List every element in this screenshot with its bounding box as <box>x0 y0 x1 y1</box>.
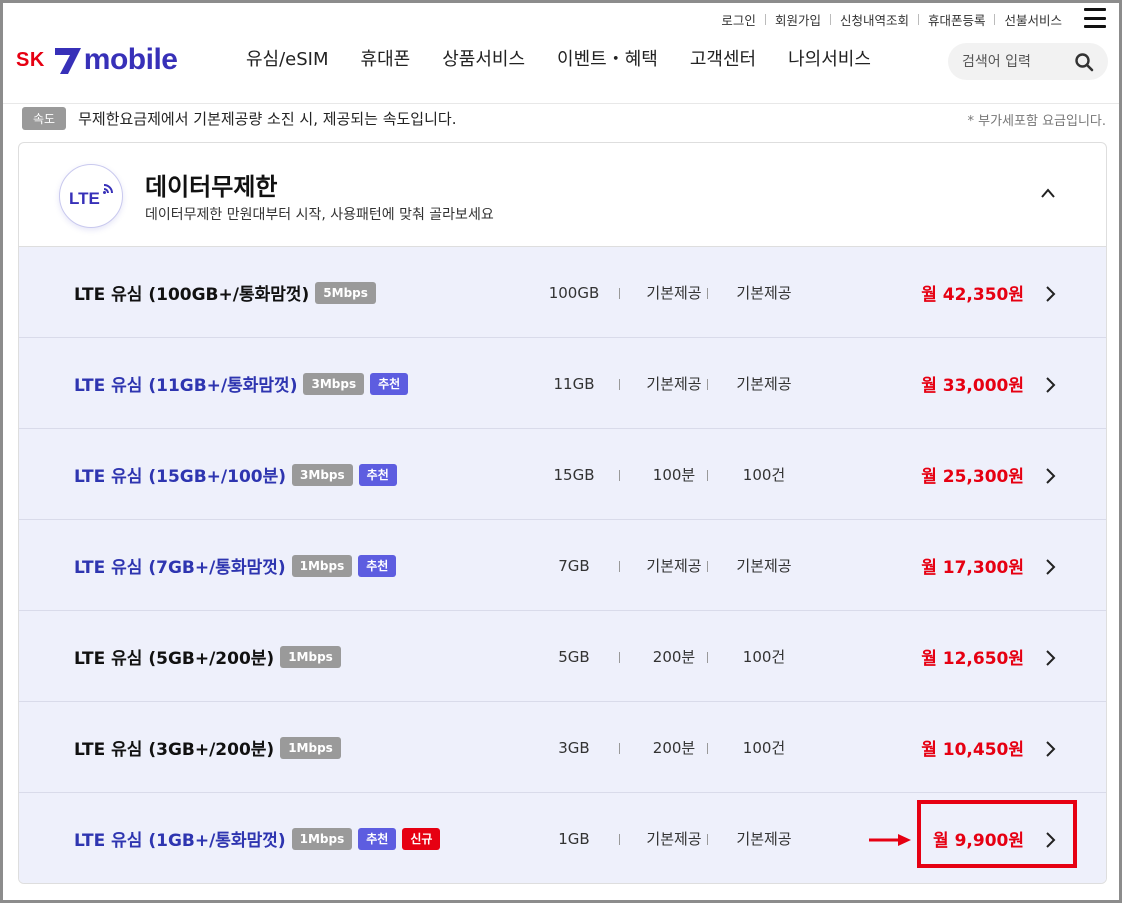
recommend-badge: 추천 <box>358 554 397 577</box>
speed-badge: 1Mbps <box>280 645 341 668</box>
plan-sms: 100건 <box>742 648 786 666</box>
search-box <box>948 43 1108 80</box>
nav-phone[interactable]: 휴대폰 <box>345 46 427 74</box>
plan-data: 3GB <box>558 738 590 757</box>
annotation-arrow-icon <box>869 834 911 846</box>
svg-text:LTE: LTE <box>69 189 100 208</box>
plan-name: LTE 유심 (100GB+/통화맘껏) <box>74 285 310 305</box>
speed-badge: 3Mbps <box>292 463 353 486</box>
logo-seven-icon <box>54 48 81 74</box>
plan-sms: 100건 <box>742 739 786 757</box>
chevron-right-icon[interactable] <box>1044 285 1056 303</box>
speed-badge: 1Mbps <box>291 554 353 577</box>
recommend-badge: 추천 <box>358 463 397 486</box>
login-link[interactable]: 로그인 <box>721 10 756 29</box>
speed-tag: 속도 <box>22 107 67 130</box>
plan-row[interactable]: LTE 유심 (15GB+/100분) 3Mbps 추천 15GB 100분 1… <box>19 429 1106 520</box>
lte-icon: LTE <box>59 164 123 228</box>
plan-price: 월 10,450원 <box>921 740 1024 760</box>
chevron-right-icon[interactable] <box>1044 376 1056 394</box>
plan-name: LTE 유심 (15GB+/100분) <box>74 467 287 487</box>
plan-voice: 기본제공 <box>646 557 702 575</box>
plan-voice: 기본제공 <box>646 284 702 302</box>
plan-sms: 기본제공 <box>736 284 792 302</box>
plan-voice: 기본제공 <box>646 375 702 393</box>
plan-price: 월 33,000원 <box>921 376 1024 396</box>
header-divider <box>0 103 1122 104</box>
plan-data: 15GB <box>553 465 595 484</box>
divider <box>829 14 831 25</box>
plan-row[interactable]: LTE 유심 (7GB+/통화맘껏) 1Mbps 추천 7GB 기본제공 기본제… <box>19 520 1106 611</box>
plan-price: 월 12,650원 <box>921 649 1024 669</box>
plan-data: 7GB <box>558 556 590 575</box>
plan-name: LTE 유심 (3GB+/200분) <box>74 740 275 760</box>
plan-data: 1GB <box>558 829 590 848</box>
speed-info: 속도 무제한요금제에서 기본제공량 소진 시, 제공되는 속도입니다. <box>22 107 456 130</box>
chevron-right-icon[interactable] <box>1044 558 1056 576</box>
logo-sk: SK <box>16 48 45 71</box>
prepaid-link[interactable]: 선불서비스 <box>1004 10 1062 29</box>
plan-data: 100GB <box>548 283 600 302</box>
speed-text: 무제한요금제에서 기본제공량 소진 시, 제공되는 속도입니다. <box>78 110 457 128</box>
chevron-right-icon[interactable] <box>1044 467 1056 485</box>
nav-products[interactable]: 상품서비스 <box>426 46 541 74</box>
plan-row[interactable]: LTE 유심 (100GB+/통화맘껏) 5Mbps 100GB 기본제공 기본… <box>19 247 1106 338</box>
annotation-highlight-box <box>917 800 1077 868</box>
nav-my-service[interactable]: 나의서비스 <box>772 46 887 74</box>
speed-badge: 5Mbps <box>315 281 376 304</box>
plan-row[interactable]: LTE 유심 (3GB+/200분) 1Mbps 3GB 200분 100건 월… <box>19 702 1106 793</box>
recommend-badge: 추천 <box>358 827 397 850</box>
plan-voice: 기본제공 <box>646 830 702 848</box>
divider <box>917 14 919 25</box>
new-badge: 신규 <box>402 827 441 850</box>
signup-link[interactable]: 회원가입 <box>775 10 821 29</box>
menu-icon[interactable] <box>1084 8 1106 28</box>
plan-voice: 100분 <box>652 466 696 484</box>
plan-name: LTE 유심 (1GB+/통화맘껏) <box>74 831 286 851</box>
plan-price: 월 25,300원 <box>921 467 1024 487</box>
plan-price: 월 42,350원 <box>921 285 1024 305</box>
plan-data: 11GB <box>553 374 595 393</box>
chevron-right-icon[interactable] <box>1044 649 1056 667</box>
plan-sms: 기본제공 <box>736 557 792 575</box>
chevron-right-icon[interactable] <box>1044 740 1056 758</box>
logo[interactable]: SK mobile <box>16 40 178 80</box>
category-subtitle: 데이터무제한 만원대부터 시작, 사용패턴에 맞춰 골라보세요 <box>145 207 494 223</box>
nav-customer-center[interactable]: 고객센터 <box>674 46 772 74</box>
plan-price: 월 17,300원 <box>921 558 1024 578</box>
plan-category-card: LTE 데이터무제한 데이터무제한 만원대부터 시작, 사용패턴에 맞춰 골라보… <box>18 142 1107 884</box>
plan-row[interactable]: LTE 유심 (5GB+/200분) 1Mbps 5GB 200분 100건 월… <box>19 611 1106 702</box>
logo-mobile: mobile <box>83 43 178 76</box>
plan-name: LTE 유심 (11GB+/통화맘껏) <box>74 376 298 396</box>
vat-note: * 부가세포함 요금입니다. <box>967 114 1107 129</box>
category-title: 데이터무제한 <box>145 173 278 201</box>
order-lookup-link[interactable]: 신청내역조회 <box>840 10 909 29</box>
nav-usim[interactable]: 유심/eSIM <box>230 46 345 74</box>
search-input[interactable] <box>962 53 1072 70</box>
divider <box>994 14 996 25</box>
divider <box>764 14 766 25</box>
chevron-up-icon[interactable] <box>1040 187 1056 199</box>
plan-row[interactable]: LTE 유심 (11GB+/통화맘껏) 3Mbps 추천 11GB 기본제공 기… <box>19 338 1106 429</box>
nav-events[interactable]: 이벤트・혜택 <box>541 46 674 74</box>
utility-nav: 로그인 회원가입 신청내역조회 휴대폰등록 선불서비스 <box>721 10 1062 29</box>
plan-name: LTE 유심 (7GB+/통화맘껏) <box>74 558 286 578</box>
phone-register-link[interactable]: 휴대폰등록 <box>928 10 986 29</box>
plan-name: LTE 유심 (5GB+/200분) <box>74 649 275 669</box>
category-header[interactable]: LTE 데이터무제한 데이터무제한 만원대부터 시작, 사용패턴에 맞춰 골라보… <box>19 143 1106 247</box>
recommend-badge: 추천 <box>370 372 409 395</box>
speed-badge: 1Mbps <box>280 736 341 759</box>
search-icon[interactable] <box>1074 52 1094 72</box>
plan-data: 5GB <box>558 647 590 666</box>
plan-voice: 200분 <box>652 739 696 757</box>
plan-sms: 기본제공 <box>736 375 792 393</box>
plan-sms: 기본제공 <box>736 830 792 848</box>
speed-badge: 1Mbps <box>291 827 353 850</box>
main-nav: 유심/eSIM 휴대폰 상품서비스 이벤트・혜택 고객센터 나의서비스 <box>230 46 887 74</box>
plan-sms: 100건 <box>742 466 786 484</box>
speed-badge: 3Mbps <box>303 372 365 395</box>
plan-voice: 200분 <box>652 648 696 666</box>
